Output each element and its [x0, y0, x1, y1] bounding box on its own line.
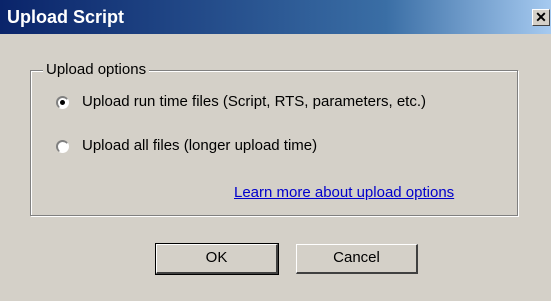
- radio-label-runtime-files: Upload run time files (Script, RTS, para…: [82, 93, 427, 110]
- upload-script-dialog: Upload Script ✕ Upload options Upload ru…: [0, 0, 551, 301]
- dialog-title: Upload Script: [7, 7, 125, 27]
- radio-label-all-files: Upload all files (longer upload time): [82, 137, 318, 154]
- radio-button-unselected[interactable]: [56, 139, 69, 153]
- ok-button[interactable]: OK: [155, 243, 279, 275]
- upload-options-legend: Upload options: [43, 61, 150, 79]
- radio-upload-all-files[interactable]: Upload all files (longer upload time): [56, 137, 317, 155]
- radio-upload-runtime-files[interactable]: Upload run time files (Script, RTS, para…: [56, 93, 426, 111]
- radio-button-selected[interactable]: [56, 95, 69, 109]
- learn-more-link[interactable]: Learn more about upload options: [234, 184, 454, 202]
- title-bar: Upload Script ✕: [0, 0, 551, 34]
- close-button[interactable]: ✕: [532, 9, 550, 26]
- close-icon: ✕: [535, 9, 547, 25]
- cancel-button[interactable]: Cancel: [296, 244, 418, 274]
